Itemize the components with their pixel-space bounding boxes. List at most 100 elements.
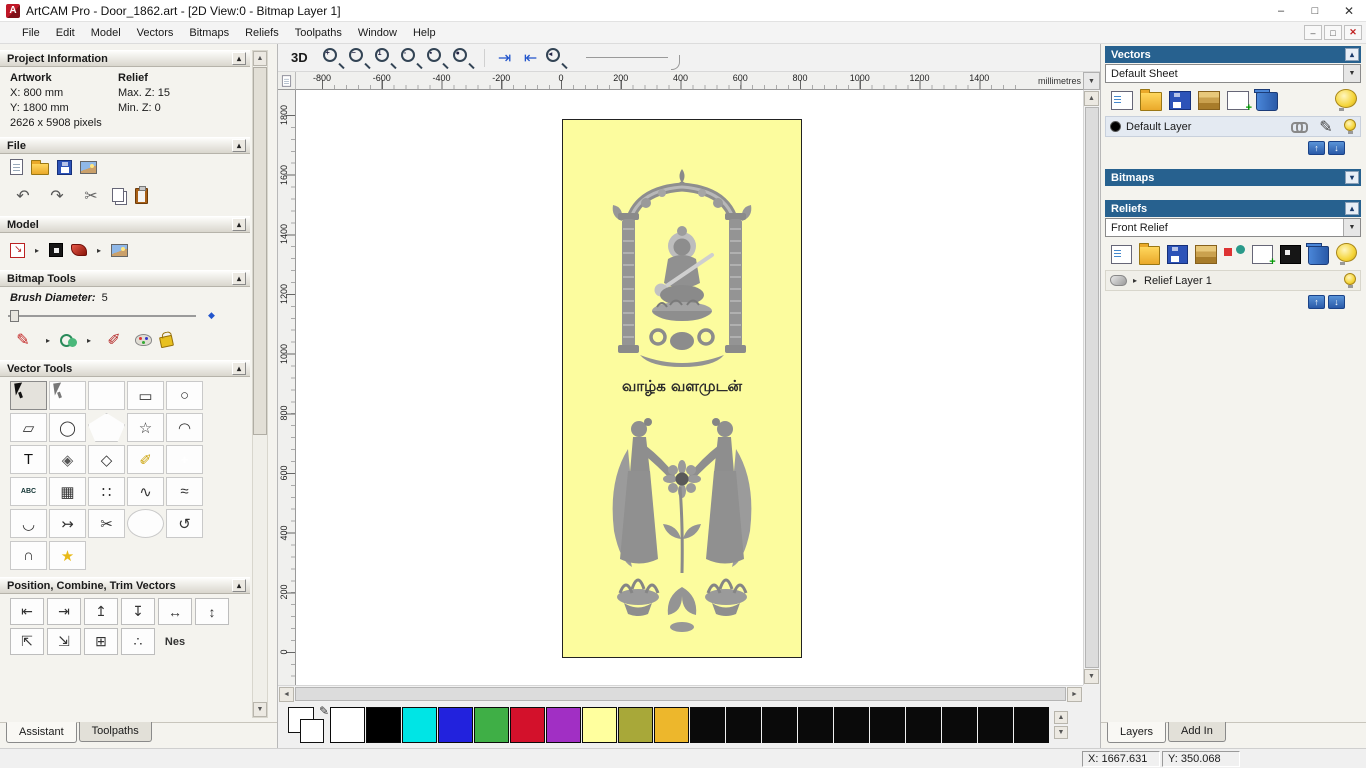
vscroll-thumb[interactable] bbox=[1085, 107, 1099, 668]
vscroll-up-icon[interactable]: ▲ bbox=[1084, 91, 1099, 106]
child-close-icon[interactable]: ✕ bbox=[1344, 25, 1362, 40]
create-circle-icon[interactable]: ○ bbox=[166, 381, 203, 410]
fit-curve-icon[interactable]: ∿ bbox=[127, 477, 164, 506]
lighting-icon[interactable] bbox=[111, 243, 128, 257]
vscroll-down-icon[interactable]: ▼ bbox=[1084, 669, 1099, 684]
paint-flyout-icon[interactable]: ▸ bbox=[44, 328, 52, 352]
zoom-fit-drawing-icon[interactable]: ▪ bbox=[426, 47, 450, 69]
canvas-horizontal-scrollbar[interactable]: ◄ ► bbox=[278, 685, 1083, 702]
model-flyout2-icon[interactable]: ▸ bbox=[95, 238, 103, 262]
color-swatch[interactable] bbox=[942, 707, 977, 743]
create-rectangle-icon[interactable]: ▭ bbox=[127, 381, 164, 410]
toggle-relief-visibility-icon[interactable] bbox=[1335, 243, 1358, 265]
delete-relief-layer-icon[interactable] bbox=[1305, 242, 1329, 265]
color-swatch[interactable] bbox=[546, 707, 581, 743]
block-paste-icon[interactable]: + bbox=[166, 445, 203, 474]
paste-along-curve-icon[interactable]: ▦ bbox=[49, 477, 86, 506]
color-swatch[interactable] bbox=[726, 707, 761, 743]
paste-icon[interactable] bbox=[135, 186, 148, 204]
open-relief-icon[interactable] bbox=[1139, 243, 1161, 265]
create-freehand-icon[interactable]: ▱ bbox=[10, 413, 47, 442]
collapse-file-section-button[interactable]: ▴ bbox=[232, 139, 246, 152]
align-bottom-icon[interactable]: ↧ bbox=[121, 598, 155, 625]
redo-icon[interactable]: ↷ bbox=[44, 184, 70, 208]
create-star-icon[interactable]: ☆ bbox=[127, 413, 164, 442]
open-vectors-icon[interactable] bbox=[1140, 89, 1162, 111]
save-model-icon[interactable] bbox=[57, 159, 72, 175]
align-right-icon[interactable]: ⇥ bbox=[47, 598, 81, 625]
view-3d-button[interactable]: 3D bbox=[286, 49, 313, 66]
zoom-objects-icon[interactable]: ● bbox=[452, 47, 476, 69]
create-text-icon[interactable]: T bbox=[10, 445, 47, 474]
new-model-icon[interactable] bbox=[10, 159, 23, 175]
open-model-icon[interactable] bbox=[31, 159, 49, 175]
expand-relief-layer-icon[interactable]: ▸ bbox=[1131, 269, 1139, 293]
collapse-model-section-button[interactable]: ▴ bbox=[232, 218, 246, 231]
menu-help[interactable]: Help bbox=[405, 25, 444, 41]
scatter-copies-icon[interactable]: ∴ bbox=[121, 628, 155, 655]
delete-vector-layer-icon[interactable] bbox=[1254, 88, 1278, 111]
collapse-position-section-button[interactable]: ▴ bbox=[232, 579, 246, 592]
align-left-icon[interactable]: ⇤ bbox=[10, 598, 44, 625]
color-swatch[interactable] bbox=[798, 707, 833, 743]
collapse-project-information-button[interactable]: ▴ bbox=[232, 52, 246, 65]
brush-diameter-slider[interactable] bbox=[8, 309, 196, 322]
import-relief-icon[interactable] bbox=[1195, 244, 1217, 264]
color-swatch[interactable] bbox=[906, 707, 941, 743]
save-relief-icon[interactable] bbox=[1167, 244, 1189, 264]
color-swatch[interactable] bbox=[438, 707, 473, 743]
snap-corner-right-icon[interactable]: ⇲ bbox=[47, 628, 81, 655]
block-copy-icon[interactable]: ∷ bbox=[88, 477, 125, 506]
colour-eraser-icon[interactable] bbox=[158, 334, 175, 349]
center-horizontal-icon[interactable]: ↔ bbox=[158, 598, 192, 625]
collapse-vectors-button[interactable]: ▴ bbox=[1345, 48, 1359, 61]
canvas-vertical-scrollbar[interactable]: ▲ ▼ bbox=[1083, 90, 1100, 685]
bend-vectors-icon[interactable]: ↺ bbox=[166, 509, 203, 538]
color-swatch[interactable] bbox=[510, 707, 545, 743]
move-vector-layer-up-icon[interactable]: ↑ bbox=[1308, 141, 1325, 155]
relief-shapes-icon[interactable] bbox=[1223, 244, 1245, 264]
export-image-icon[interactable] bbox=[80, 160, 97, 174]
color-swatch[interactable] bbox=[978, 707, 1013, 743]
layer-color-swatch[interactable] bbox=[1110, 121, 1121, 132]
palette-scroll-down-icon[interactable]: ▼ bbox=[1054, 726, 1068, 739]
hscroll-thumb[interactable] bbox=[295, 687, 1066, 701]
zoom-previous-view-icon[interactable]: ◂ bbox=[545, 47, 569, 69]
collapse-reliefs-button[interactable]: ▴ bbox=[1345, 202, 1359, 215]
menu-edit[interactable]: Edit bbox=[48, 25, 83, 41]
menu-model[interactable]: Model bbox=[83, 25, 129, 41]
relief-layer-visibility-icon[interactable] bbox=[1344, 273, 1356, 288]
color-swatch[interactable] bbox=[330, 707, 365, 743]
color-swatch[interactable] bbox=[618, 707, 653, 743]
vector-sheet-dropdown[interactable]: Default Sheet ▼ bbox=[1105, 64, 1361, 83]
edit-layer-icon[interactable]: ✎ bbox=[1313, 115, 1339, 139]
flood-flyout-icon[interactable]: ▸ bbox=[85, 328, 93, 352]
zoom-in-icon[interactable]: + bbox=[322, 47, 346, 69]
toggle-all-vectors-visibility-icon[interactable] bbox=[1335, 89, 1357, 111]
child-restore-icon[interactable]: □ bbox=[1324, 25, 1342, 40]
fit-arcs-icon[interactable]: ≈ bbox=[166, 477, 203, 506]
units-dropdown-icon[interactable]: ▼ bbox=[1083, 72, 1100, 90]
paint-brush-icon[interactable]: ✎ bbox=[10, 328, 36, 352]
relief-dropdown[interactable]: Front Relief ▼ bbox=[1105, 218, 1361, 237]
import-vectors-icon[interactable] bbox=[1198, 90, 1220, 110]
nesting-icon[interactable]: Nes bbox=[158, 628, 192, 655]
copy-icon[interactable] bbox=[112, 187, 124, 202]
menu-toolpaths[interactable]: Toolpaths bbox=[287, 25, 350, 41]
paste-array-icon[interactable]: ⊞ bbox=[84, 628, 118, 655]
ruler-origin-icon[interactable] bbox=[278, 72, 296, 90]
assistant-scrollbar[interactable]: ▲ ▼ bbox=[252, 50, 268, 718]
menu-reliefs[interactable]: Reliefs bbox=[237, 25, 287, 41]
flood-fill-icon[interactable] bbox=[60, 333, 77, 347]
menu-file[interactable]: File bbox=[14, 25, 48, 41]
new-vector-layer-icon[interactable] bbox=[1227, 90, 1252, 114]
color-swatch[interactable] bbox=[762, 707, 797, 743]
relief-thumbnail-icon[interactable] bbox=[1110, 275, 1127, 286]
snap-corner-left-icon[interactable]: ⇱ bbox=[10, 628, 44, 655]
set-model-size-icon[interactable] bbox=[10, 242, 25, 258]
relief-layer-row[interactable]: ▸ Relief Layer 1 bbox=[1105, 270, 1361, 291]
color-swatch[interactable] bbox=[654, 707, 689, 743]
vector-sheet-dropdown-icon[interactable]: ▼ bbox=[1343, 65, 1360, 82]
color-swatch[interactable] bbox=[366, 707, 401, 743]
snap-layer-icon[interactable] bbox=[1291, 122, 1308, 133]
